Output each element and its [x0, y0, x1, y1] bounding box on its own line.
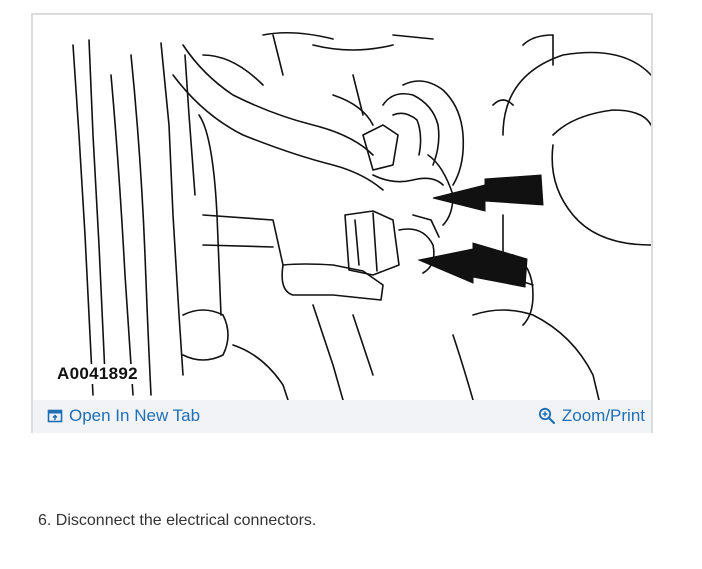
line-drawing — [72, 31, 651, 400]
open-new-tab-icon — [47, 408, 63, 424]
open-in-new-tab-button[interactable]: Open In New Tab — [47, 406, 200, 426]
figure-id-label: A0041892 — [57, 364, 142, 384]
figure-card: A0041892 Open In New Tab Zoom/Print — [31, 13, 653, 433]
instruction-step: 6. Disconnect the electrical connectors. — [38, 512, 317, 529]
figure-toolbar: Open In New Tab Zoom/Print — [33, 400, 651, 433]
zoom-magnifier-icon — [538, 407, 556, 425]
connector-illustration: A0041892 — [33, 15, 651, 400]
zoom-print-button[interactable]: Zoom/Print — [538, 406, 645, 426]
open-in-new-tab-label: Open In New Tab — [69, 406, 201, 425]
zoom-print-label: Zoom/Print — [561, 406, 645, 425]
